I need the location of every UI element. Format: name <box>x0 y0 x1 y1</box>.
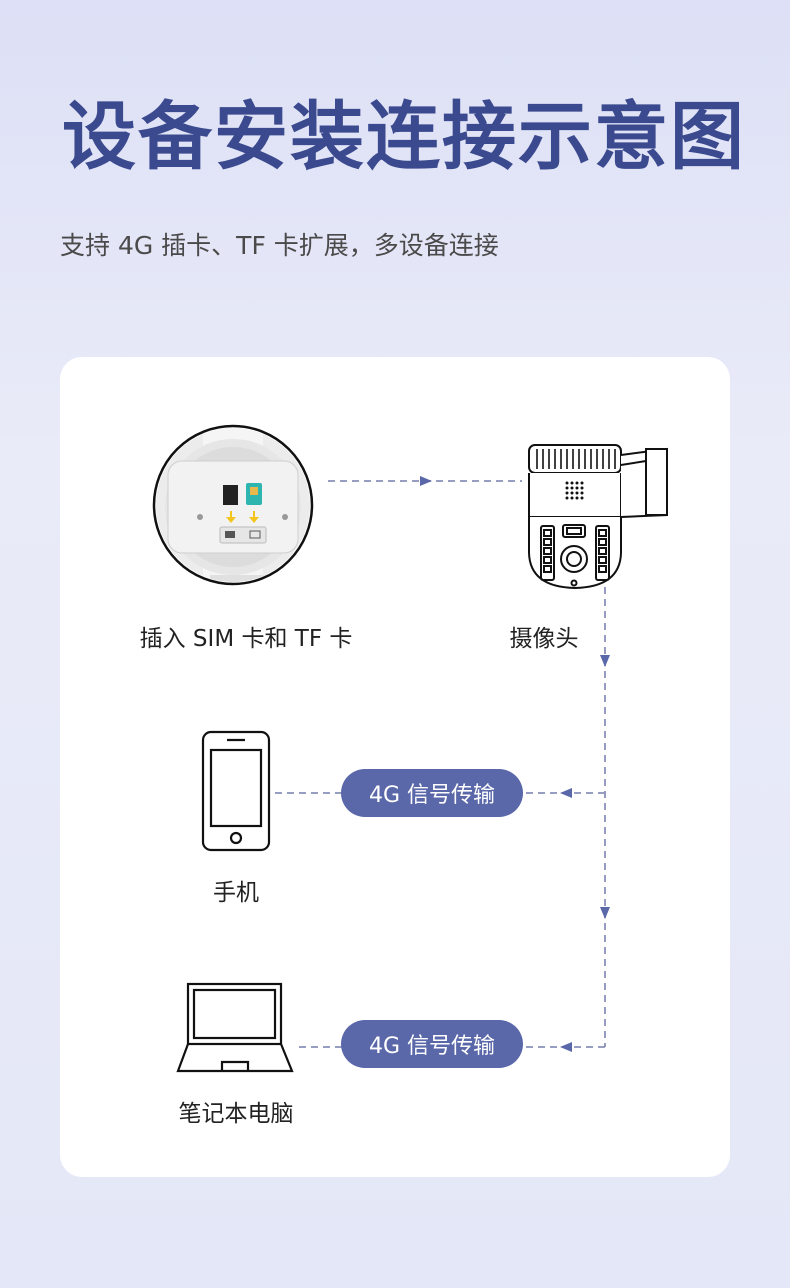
sim-label: 插入 SIM 卡和 TF 卡 <box>139 626 353 652</box>
phone-label: 手机 <box>213 880 259 906</box>
smartphone-icon <box>201 730 271 852</box>
laptop-link-badge: 4G 信号传输 <box>341 1020 523 1068</box>
phone-link-badge: 4G 信号传输 <box>341 769 523 817</box>
page-title: 设备安装连接示意图 <box>62 94 746 180</box>
page-subtitle: 支持 4G 插卡、TF 卡扩展，多设备连接 <box>60 231 499 260</box>
arrow-right-icon <box>420 476 432 486</box>
camera-label: 摄像头 <box>509 626 579 652</box>
arrow-down-icon <box>600 907 610 919</box>
laptop-icon <box>176 982 294 1073</box>
arrow-left-icon <box>560 788 572 798</box>
laptop-label: 笔记本电脑 <box>178 1101 294 1127</box>
diagram-card: 插入 SIM 卡和 TF 卡 摄像头 手机 笔记本电脑 4G 信号传输 4G 信… <box>60 357 730 1177</box>
sim-slot-icon <box>152 424 314 586</box>
arrow-left-icon <box>560 1042 572 1052</box>
arrow-down-icon <box>600 655 610 667</box>
ptz-camera-icon <box>528 444 668 590</box>
